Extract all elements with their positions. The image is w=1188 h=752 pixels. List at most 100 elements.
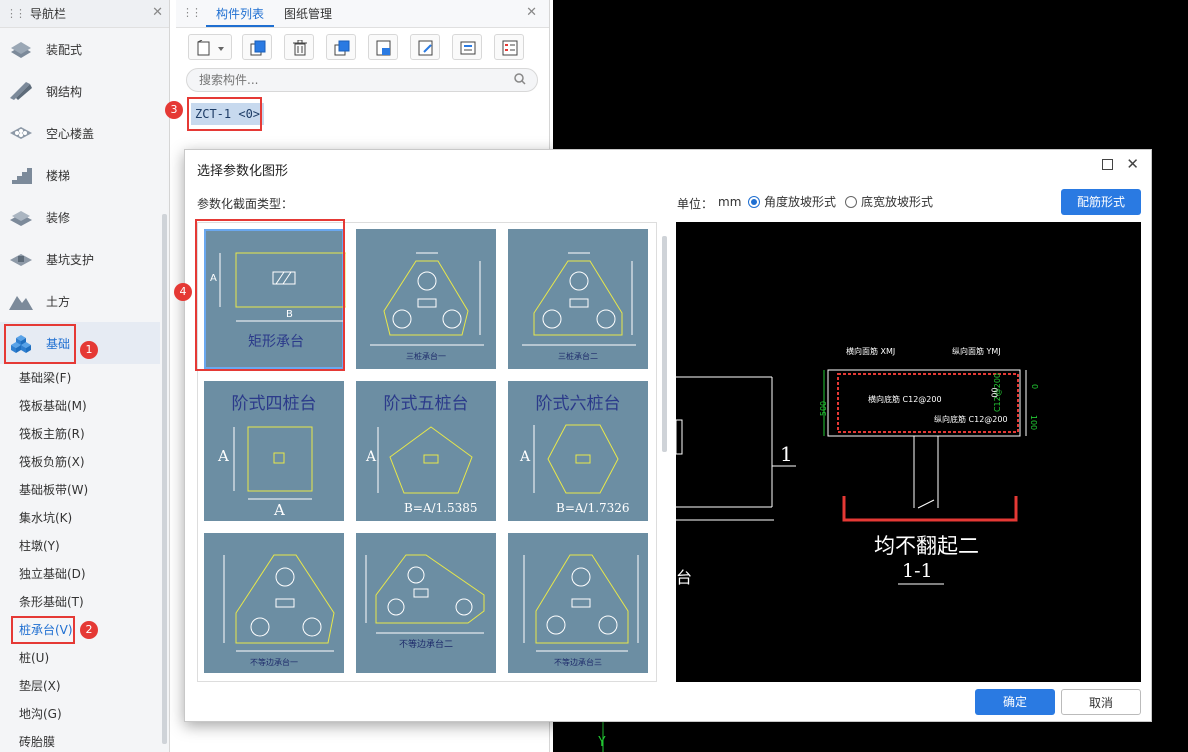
maximize-icon[interactable] <box>1102 159 1113 170</box>
sub-item-strip-footing[interactable]: 条形基础(T) <box>19 592 84 612</box>
section-label: 1-1 <box>902 560 933 582</box>
dim-a: A <box>218 447 229 465</box>
five-pile-drawing <box>377 426 473 494</box>
sub-item-column-pier[interactable]: 柱墩(Y) <box>19 536 60 556</box>
component-tabs: ⋮⋮ 构件列表 图纸管理 <box>176 0 549 28</box>
dim-a-bottom: A <box>274 501 285 519</box>
highlight-pile-cap <box>11 616 75 644</box>
radio-bottom-width-slope[interactable]: 底宽放坡形式 <box>845 193 933 210</box>
unequal-3-drawing <box>523 554 639 652</box>
step-badge-4: 4 <box>174 283 192 301</box>
label-vertical-bottom-rebar: 纵向底筋 C12@200 <box>934 415 1008 424</box>
close-icon[interactable]: ✕ <box>1126 155 1139 173</box>
drag-grip-icon[interactable]: ⋮⋮ <box>182 6 202 19</box>
list-button[interactable] <box>494 34 524 60</box>
nav-item-label: 装配式 <box>46 42 83 57</box>
earthwork-icon <box>8 290 34 312</box>
nav-item-prefab[interactable]: 装配式 <box>0 28 160 70</box>
radio-unselected-icon <box>845 196 857 208</box>
close-icon[interactable]: ✕ <box>152 5 163 20</box>
nav-item-decoration[interactable]: 装修 <box>0 196 160 238</box>
sub-item-sump[interactable]: 集水坑(K) <box>19 508 72 528</box>
dim-0: 0 <box>1030 383 1040 390</box>
preview-caption: 均不翻起二 <box>874 534 979 558</box>
shape-unequal-3[interactable]: 不等边承台三 <box>508 533 648 673</box>
shape-unequal-1[interactable]: 不等边承台一 <box>204 533 344 673</box>
nav-item-stairs[interactable]: 楼梯 <box>0 154 160 196</box>
sub-item-pile[interactable]: 桩(U) <box>19 648 49 668</box>
hollow-slab-icon <box>8 122 34 144</box>
shape-unequal-2[interactable]: 不等边承台二 <box>356 533 496 673</box>
close-icon[interactable]: ✕ <box>526 5 537 20</box>
label-vertical-top-rebar: 纵向面筋 YMJ <box>952 347 1001 356</box>
highlight-component-item <box>187 97 262 131</box>
nav-title: 导航栏 <box>30 7 67 21</box>
delete-button[interactable] <box>284 34 314 60</box>
unit-label: 单位： <box>677 197 714 211</box>
radio-angle-label: 角度放坡形式 <box>764 195 837 209</box>
label-horizontal-bottom-rebar: 横向底筋 C12@200 <box>868 395 942 404</box>
unequal-2-drawing <box>365 554 485 634</box>
left-fragment-label: 台 <box>676 568 693 587</box>
ok-button[interactable]: 确定 <box>975 689 1055 715</box>
shape-step-four-pile[interactable]: 阶式四桩台 A A <box>204 381 344 521</box>
tab-component-list[interactable]: 构件列表 <box>206 1 275 27</box>
dim-a: A <box>366 449 377 465</box>
cancel-button[interactable]: 取消 <box>1061 689 1141 715</box>
nav-item-earthwork[interactable]: 土方 <box>0 280 160 322</box>
sub-item-isolated-footing[interactable]: 独立基础(D) <box>19 564 86 584</box>
unequal-1-drawing <box>223 554 335 652</box>
nav-item-steel[interactable]: 钢结构 <box>0 70 160 112</box>
layer-copy-button[interactable] <box>326 34 356 60</box>
nav-item-label: 土方 <box>46 294 71 309</box>
nav-item-label: 空心楼盖 <box>46 126 95 141</box>
sub-item-raft-main-rebar[interactable]: 筏板主筋(R) <box>19 424 85 444</box>
highlight-foundation <box>4 324 76 364</box>
radio-selected-icon <box>748 196 760 208</box>
section-preview: 台 1 横向面筋 XMJ 纵向面筋 YMJ 横向底筋 C12@200 纵向底筋 … <box>676 222 1141 682</box>
sub-item-brick-mold[interactable]: 砖胎膜 <box>19 732 55 752</box>
sub-item-raft[interactable]: 筏板基础(M) <box>19 396 87 416</box>
nav-item-label: 钢结构 <box>46 84 83 99</box>
step-badge-3: 3 <box>165 101 183 119</box>
highlight-rect-cap <box>195 219 345 371</box>
copy-button[interactable] <box>242 34 272 60</box>
prefab-icon <box>8 38 34 60</box>
y-axis-label: Y <box>598 735 606 750</box>
search-input[interactable] <box>186 68 538 92</box>
tab-drawing-management[interactable]: 图纸管理 <box>274 1 342 27</box>
shape-three-pile-1[interactable]: 三桩承台一 <box>356 229 496 369</box>
shape-step-five-pile[interactable]: 阶式五桩台 A B=A/1.5385 <box>356 381 496 521</box>
nav-scrollbar[interactable] <box>162 214 167 744</box>
search-icon[interactable] <box>514 73 526 85</box>
radio-angle-slope[interactable]: 角度放坡形式 <box>748 193 836 210</box>
decoration-icon <box>8 206 34 228</box>
nav-item-pit-support[interactable]: 基坑支护 <box>0 238 160 280</box>
step-badge-2: 2 <box>80 621 98 639</box>
section-type-label: 参数化截面类型： <box>197 197 294 211</box>
nav-item-label: 基坑支护 <box>46 252 95 267</box>
pit-support-icon <box>8 248 34 270</box>
grid-scrollbar[interactable] <box>662 236 667 452</box>
sub-item-slab-strip[interactable]: 基础板带(W) <box>19 480 88 500</box>
steel-icon <box>8 80 34 102</box>
label-horizontal-top-rebar: 横向面筋 XMJ <box>846 347 896 356</box>
drag-grip-icon[interactable]: ⋮⋮ <box>6 7 26 20</box>
properties-button[interactable] <box>452 34 482 60</box>
edit-button[interactable] <box>410 34 440 60</box>
nav-header: ⋮⋮ 导航栏 <box>0 0 169 28</box>
shape-step-six-pile[interactable]: 阶式六桩台 A B=A/1.7326 <box>508 381 648 521</box>
new-component-button[interactable] <box>188 34 232 60</box>
rebar-form-button[interactable]: 配筋形式 <box>1061 189 1141 215</box>
import-button[interactable] <box>368 34 398 60</box>
shape-caption: 不等边承台三 <box>554 658 602 667</box>
shape-caption: 三桩承台二 <box>558 352 598 361</box>
sub-item-cushion[interactable]: 垫层(X) <box>19 676 61 696</box>
dim-100: 100 <box>1029 414 1039 431</box>
shape-three-pile-2[interactable]: 三桩承台二 <box>508 229 648 369</box>
nav-item-hollow-slab[interactable]: 空心楼盖 <box>0 112 160 154</box>
dim-00: 00 <box>990 387 1000 398</box>
sub-item-trench[interactable]: 地沟(G) <box>19 704 62 724</box>
sub-item-foundation-beam[interactable]: 基础梁(F) <box>19 368 71 388</box>
sub-item-raft-neg-rebar[interactable]: 筏板负筋(X) <box>19 452 85 472</box>
